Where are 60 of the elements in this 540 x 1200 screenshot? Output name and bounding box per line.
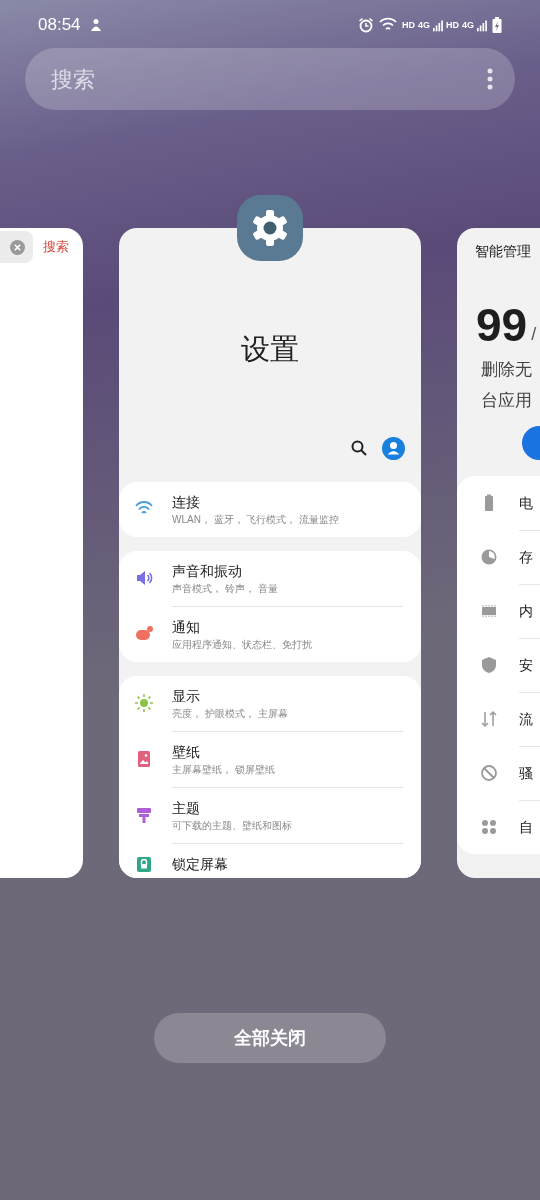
manager-item[interactable]: 自 (457, 800, 540, 854)
manager-item[interactable]: 存 (457, 530, 540, 584)
settings-item[interactable]: 显示 亮度， 护眼模式， 主屏幕 (119, 675, 421, 731)
app-preview-card[interactable]: 搜索 (0, 228, 83, 878)
network-label: HD (446, 20, 459, 30)
more-options-icon[interactable] (487, 68, 493, 90)
item-subtitle: 应用程序通知、状态栏、免打扰 (172, 637, 313, 652)
app-preview-card[interactable]: 设置 连接 WLAN， 蓝牙， 飞行模式， 流量监控 声音和振动 声音模式， 铃声， 音量 通知 应用程序通知、状态栏、免打扰 显示 亮度， 护眼模式， 主屏幕 壁纸 主屏幕壁纸， 锁屏壁纸 主题 可下载的主题、壁纸和图标 锁定屏幕 (119, 228, 421, 878)
gear-icon (250, 208, 290, 248)
manager-item[interactable]: 电 (457, 476, 540, 530)
item-subtitle: 亮度， 护眼模式， 主屏幕 (172, 706, 289, 721)
description-text: 删除无 (481, 359, 533, 381)
score-separator: / (531, 323, 537, 346)
item-title: 主题 (172, 798, 201, 818)
item-title: 锁定屏幕 (172, 854, 229, 874)
battery-charging-icon (492, 17, 502, 33)
item-subtitle: WLAN， 蓝牙， 飞行模式， 流量监控 (172, 512, 341, 527)
account-icon[interactable] (382, 436, 405, 460)
wifi-icon (378, 17, 397, 33)
status-time: 08:54 (38, 14, 81, 37)
settings-item[interactable]: 连接 WLAN， 蓝牙， 飞行模式， 流量监控 (119, 481, 421, 537)
arrows-icon (479, 709, 499, 729)
item-subtitle: 可下载的主题、壁纸和图标 (172, 818, 293, 833)
network-label: 4G (462, 20, 474, 30)
clear-icon[interactable] (10, 239, 25, 255)
shield-icon (479, 655, 499, 675)
item-title: 壁纸 (172, 742, 201, 762)
signal-icon (477, 18, 487, 32)
signal-icon (433, 18, 443, 32)
settings-item[interactable]: 声音和振动 声音模式， 铃声， 音量 (119, 550, 421, 606)
manager-item[interactable]: 内 (457, 584, 540, 638)
score-value: 99 (476, 302, 528, 348)
search-placeholder: 搜索 (51, 65, 95, 94)
item-title: 通知 (172, 617, 201, 637)
settings-item[interactable]: 锁定屏幕 (119, 842, 421, 878)
pie-icon (479, 547, 499, 567)
app-title: 设置 (240, 332, 300, 367)
alarm-icon (357, 17, 374, 33)
item-subtitle: 声音模式， 铃声， 音量 (172, 581, 279, 596)
close-all-button[interactable]: 全部关闭 (154, 1013, 386, 1063)
network-label: HD (401, 20, 415, 30)
figure-icon (88, 18, 103, 32)
item-title: 声音和振动 (172, 561, 243, 581)
manager-item[interactable]: 骚 (457, 746, 540, 800)
app-title: 智能管理 (475, 242, 532, 261)
settings-item[interactable]: 通知 应用程序通知、状态栏、免打扰 (119, 605, 421, 662)
settings-item[interactable]: 壁纸 主屏幕壁纸， 锁屏壁纸 (119, 730, 421, 787)
item-title: 显示 (172, 686, 201, 706)
manager-item[interactable]: 安 (457, 638, 540, 692)
dots-icon (479, 817, 499, 837)
settings-item[interactable]: 主题 可下载的主题、壁纸和图标 (119, 786, 421, 843)
app-preview-card[interactable]: 智能管理 99/ 删除无 台应用 电 存 内 安 流 骚 自 (457, 228, 540, 878)
item-title: 连接 (172, 492, 201, 512)
search-link[interactable]: 搜索 (43, 237, 69, 257)
item-subtitle: 主屏幕壁纸， 锁屏壁纸 (172, 762, 276, 777)
manager-item[interactable]: 流 (457, 692, 540, 746)
network-label: 4G (417, 20, 430, 30)
block-icon (479, 763, 499, 783)
search-icon[interactable] (351, 440, 367, 456)
description-text: 台应用 (481, 390, 533, 412)
